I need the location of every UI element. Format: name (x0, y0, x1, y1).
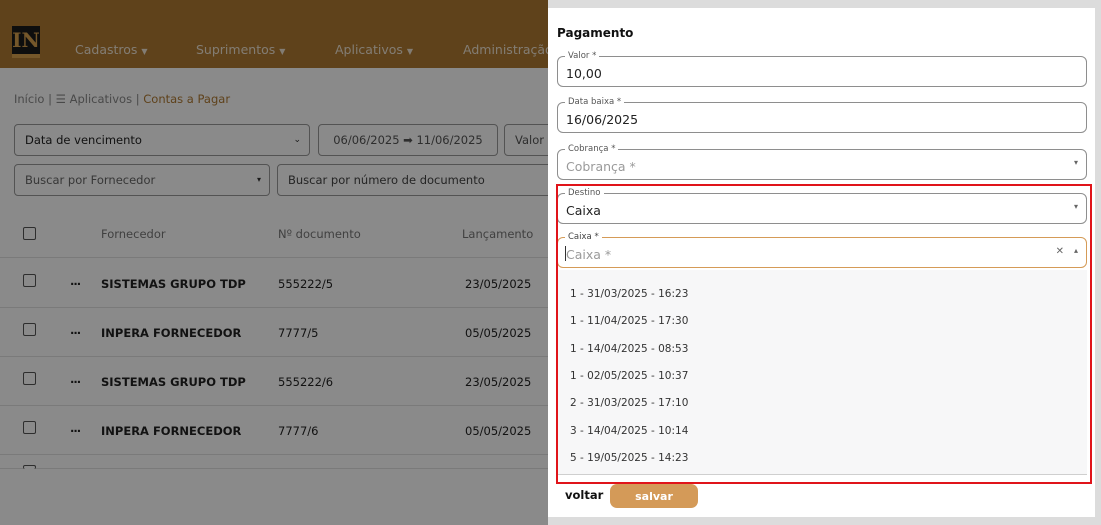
valor-label: Valor * (565, 51, 600, 61)
modal-backdrop[interactable] (0, 0, 548, 525)
caixa-option[interactable]: 3 - 14/04/2025 - 10:14 (570, 425, 688, 437)
chevron-up-icon[interactable]: ▴ (1074, 246, 1078, 255)
data-baixa-label: Data baixa * (565, 97, 625, 107)
destino-label: Destino (565, 188, 604, 198)
destino-select[interactable]: Destino Caixa ▾ (557, 188, 1087, 224)
caixa-option[interactable]: 1 - 02/05/2025 - 10:37 (570, 370, 688, 382)
save-button[interactable]: salvar (610, 484, 698, 508)
valor-field[interactable]: Valor * 10,00 (557, 51, 1087, 87)
cobranca-label: Cobrança * (565, 144, 619, 154)
caixa-label: Caixa * (565, 232, 602, 242)
caixa-option[interactable]: 1 - 11/04/2025 - 17:30 (570, 315, 688, 327)
caixa-option[interactable]: 1 - 14/04/2025 - 08:53 (570, 343, 688, 355)
caixa-option[interactable]: 1 - 31/03/2025 - 16:23 (570, 288, 688, 300)
caixa-placeholder: Caixa * (566, 247, 612, 262)
cobranca-placeholder: Cobrança * (566, 159, 636, 174)
data-baixa-field[interactable]: Data baixa * 16/06/2025 (557, 97, 1087, 133)
background-app: IN Cadastros ▼ Suprimentos ▼ Aplicativos ▼ … (0, 0, 548, 525)
caixa-select[interactable]: Caixa * Caixa * ✕ ▴ (557, 232, 1087, 268)
caixa-option[interactable]: 5 - 19/05/2025 - 14:23 (570, 452, 688, 464)
valor-value: 10,00 (566, 66, 602, 81)
data-baixa-value: 16/06/2025 (566, 112, 639, 127)
chevron-down-icon: ▾ (1073, 158, 1078, 167)
cobranca-select[interactable]: Cobrança * Cobrança * ▾ (557, 144, 1087, 180)
clear-icon[interactable]: ✕ (1056, 246, 1064, 257)
caixa-options-list: 1 - 31/03/2025 - 16:23 1 - 11/04/2025 - … (558, 270, 1087, 475)
destino-value: Caixa (566, 203, 601, 218)
back-button[interactable]: voltar (565, 488, 603, 502)
caixa-option[interactable]: 2 - 31/03/2025 - 17:10 (570, 397, 688, 409)
chevron-down-icon: ▾ (1073, 202, 1078, 211)
drawer-title: Pagamento (557, 26, 634, 40)
